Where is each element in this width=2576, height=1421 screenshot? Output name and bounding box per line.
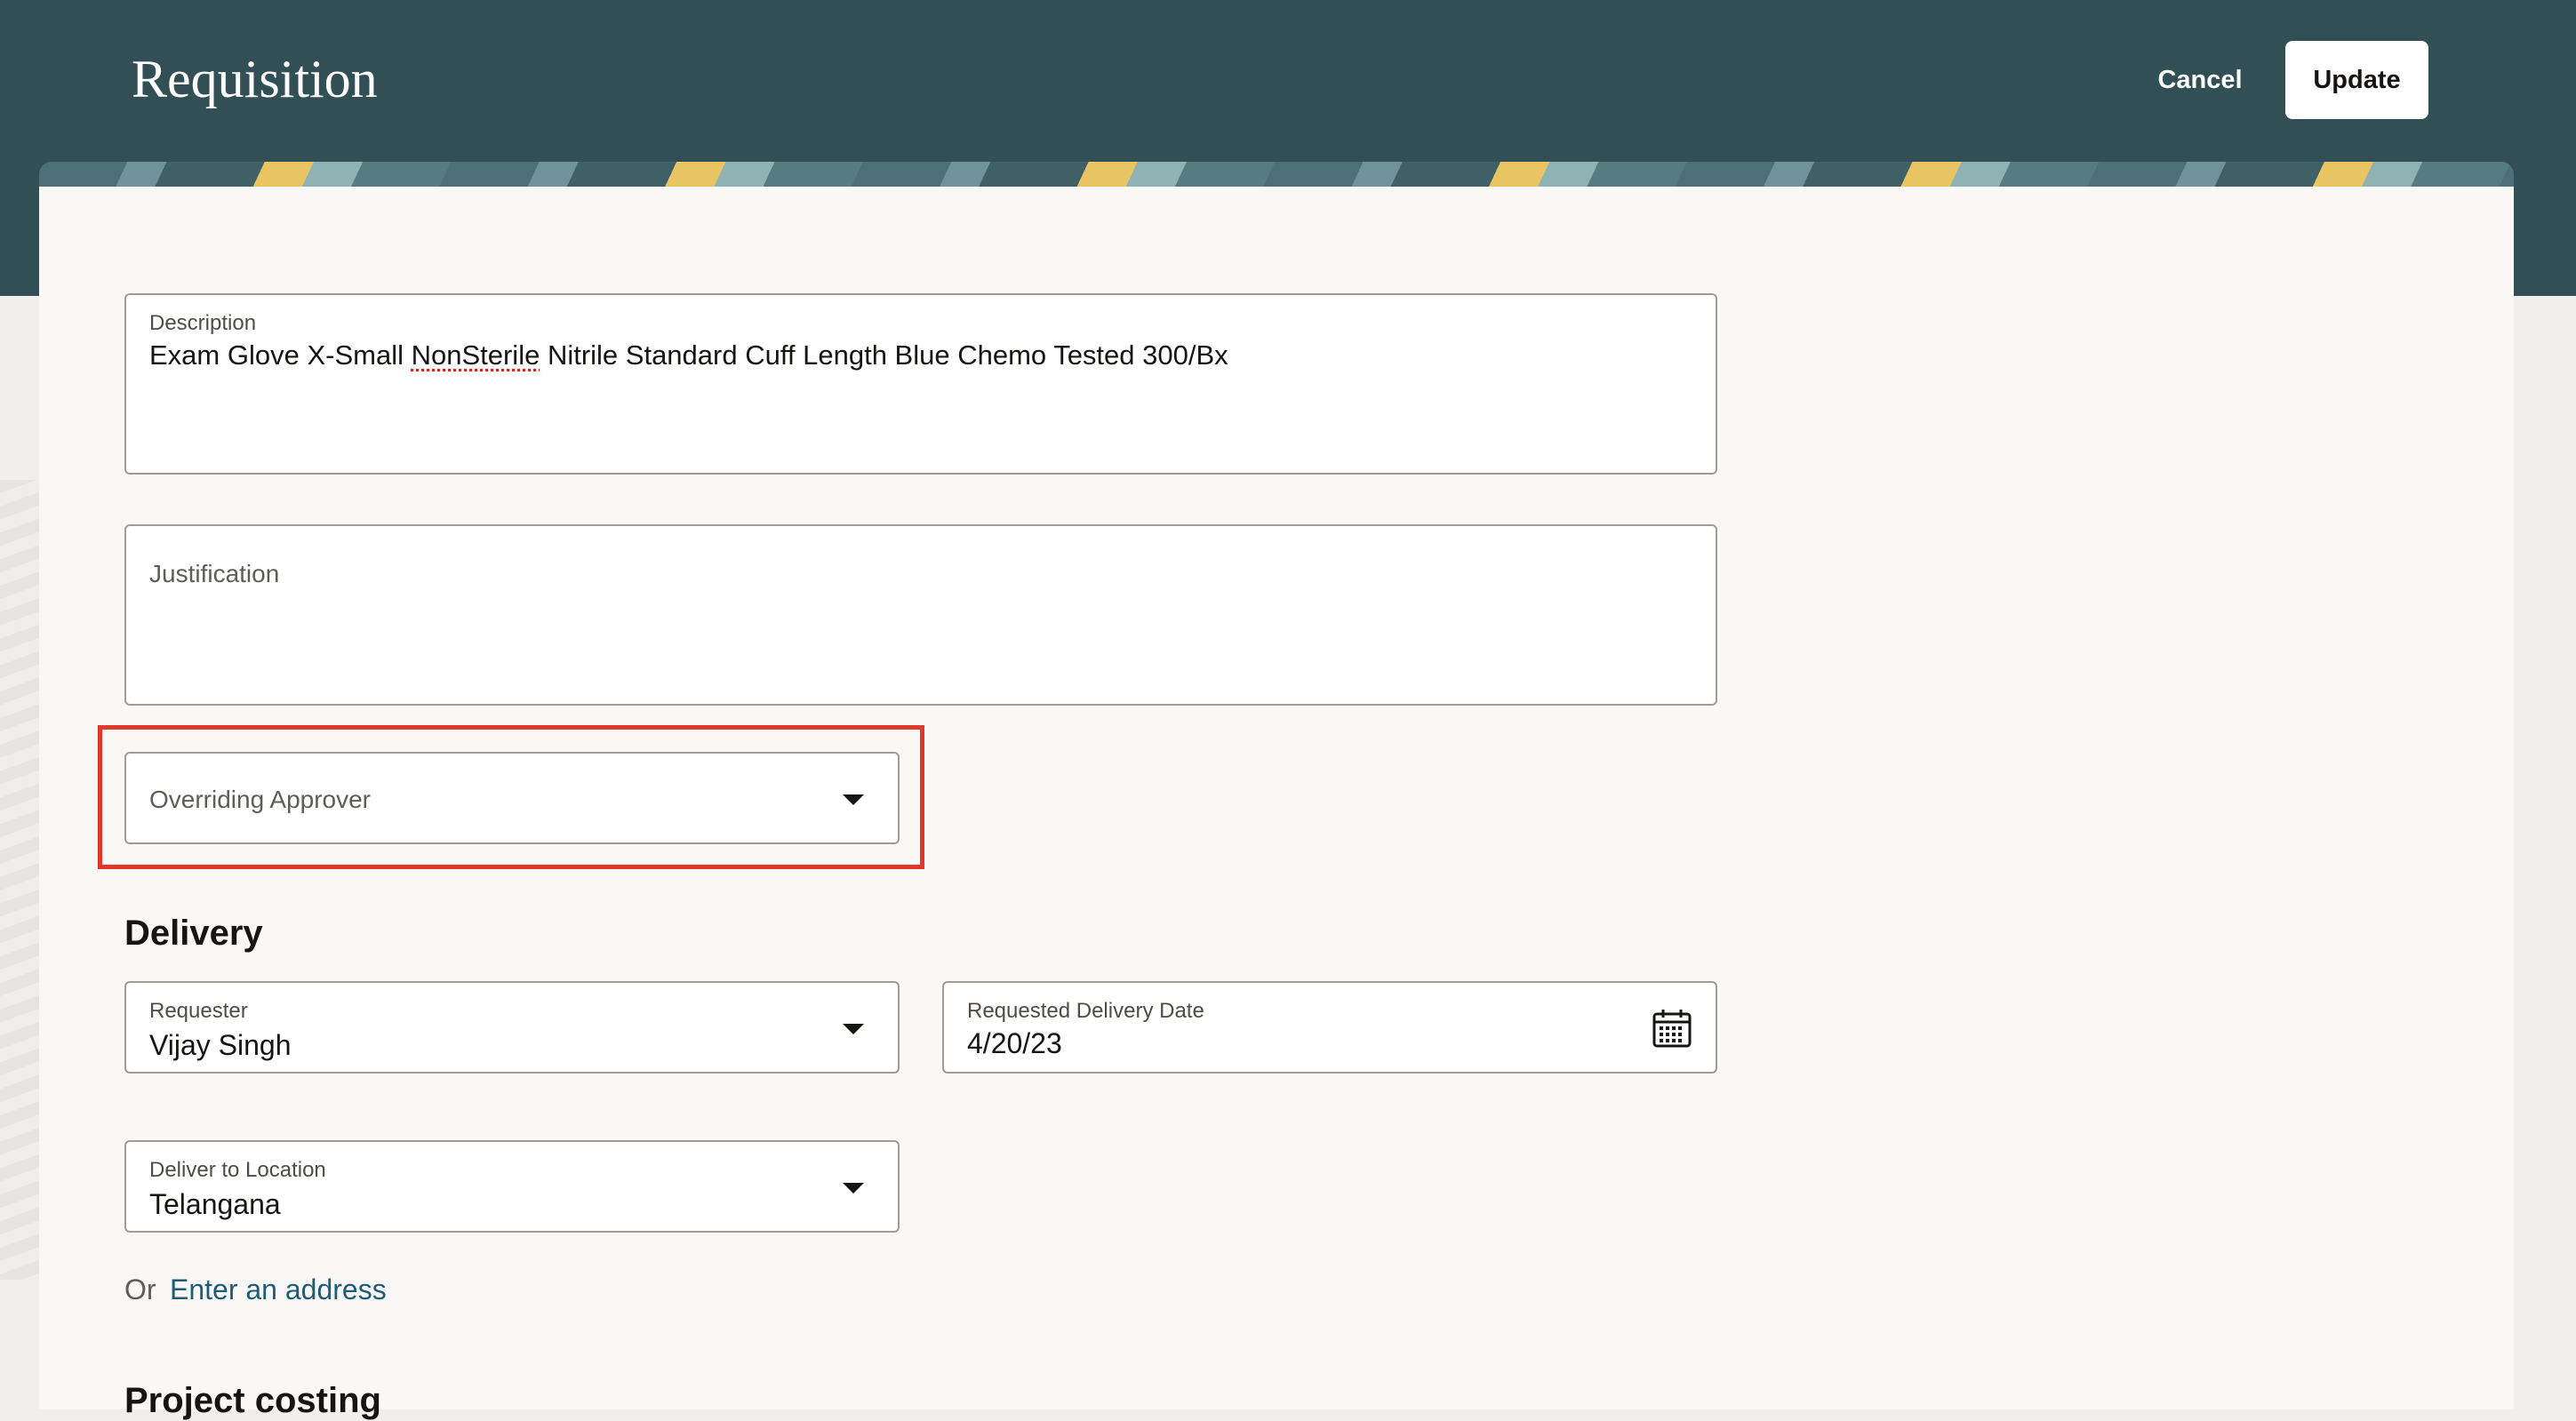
spellcheck-word: NonSterile [411,339,540,371]
requester-value: Vijay Singh [149,1029,292,1061]
requested-delivery-date-field[interactable]: Requested Delivery Date 4/20/23 [942,981,1717,1074]
update-button[interactable]: Update [2285,41,2428,119]
page-title: Requisition [132,50,378,108]
project-costing-section-title: Project costing [124,1381,381,1420]
requested-delivery-date-label: Requested Delivery Date [967,999,1204,1023]
decorative-banner [39,162,2514,187]
cancel-button[interactable]: Cancel [2133,41,2267,119]
chevron-down-icon[interactable] [843,1024,864,1034]
overriding-approver-label: Overriding Approver [149,786,372,813]
deliver-to-location-value: Telangana [149,1188,281,1220]
description-value: Exam Glove X-Small NonSterile Nitrile St… [149,339,1228,371]
or-text: Or [124,1273,156,1305]
requested-delivery-date-value: 4/20/23 [967,1027,1062,1059]
deliver-to-location-select[interactable]: Deliver to Location Telangana [124,1140,900,1233]
background-decoration [0,480,39,1280]
enter-address-link[interactable]: Enter an address [170,1273,387,1306]
chevron-down-icon[interactable] [843,1183,864,1193]
justification-field[interactable]: Justification [124,524,1717,706]
requester-select[interactable]: Requester Vijay Singh [124,981,900,1074]
description-field[interactable]: Description Exam Glove X-Small NonSteril… [124,293,1717,475]
delivery-section-title: Delivery [124,914,263,953]
chevron-down-icon[interactable] [843,794,864,805]
description-label: Description [149,311,257,335]
calendar-icon[interactable] [1652,1008,1692,1049]
justification-label: Justification [149,560,280,587]
overriding-approver-select[interactable]: Overriding Approver [124,752,900,844]
requester-label: Requester [149,999,248,1023]
deliver-to-location-label: Deliver to Location [149,1158,326,1182]
